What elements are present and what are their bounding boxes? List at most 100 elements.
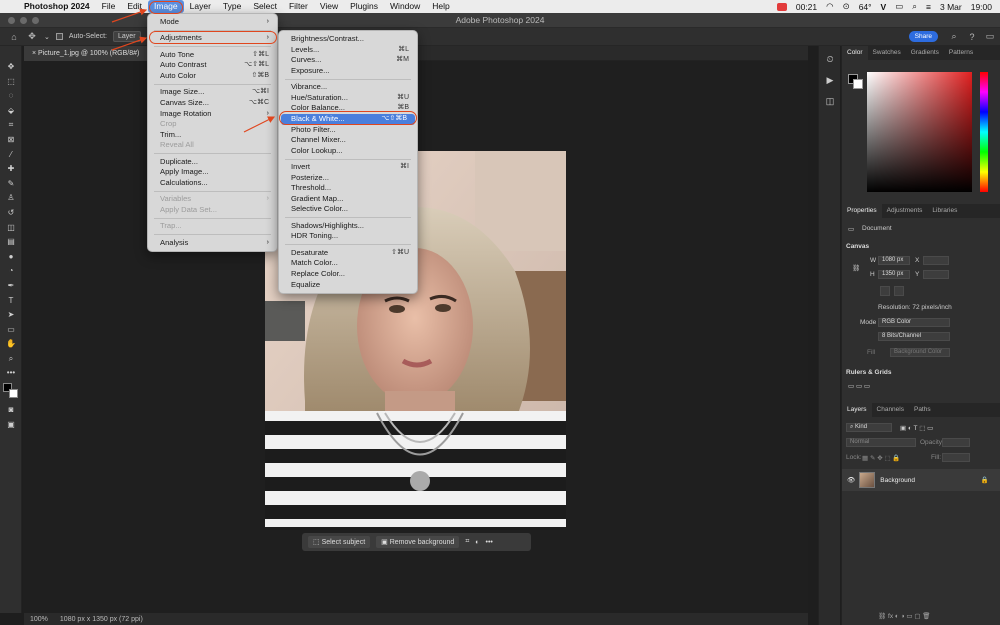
frame-tool-icon[interactable]: ⊠ xyxy=(0,133,22,148)
lasso-tool-icon[interactable]: ◌ xyxy=(0,89,22,104)
comments-panel-icon[interactable]: ◫ xyxy=(819,94,841,109)
layer-filter-icons[interactable]: ▣ ◐ T ⬚ ▭ xyxy=(900,424,933,432)
workspace-icon[interactable]: ▭ xyxy=(984,31,996,42)
more-tools-icon[interactable]: ••• xyxy=(0,366,22,381)
adjustments-menu-item-selective-color[interactable]: Selective Color... xyxy=(279,204,417,215)
wifi-icon[interactable]: ◠ xyxy=(826,1,833,12)
remove-background-button[interactable]: ▣ Remove background xyxy=(376,536,460,548)
opacity-field[interactable] xyxy=(942,438,970,447)
layer-filter-kind-select[interactable]: ⌕ Kind xyxy=(846,423,892,432)
fill-select[interactable]: Background Color xyxy=(890,348,950,357)
adjustments-menu-item-hdr-toning[interactable]: HDR Toning... xyxy=(279,231,417,242)
image-menu-item-duplicate[interactable]: Duplicate... xyxy=(148,157,277,168)
more-options-button[interactable]: ••• xyxy=(486,539,493,546)
crop-tool-icon[interactable]: ⌗ xyxy=(0,118,22,133)
lock-icons[interactable]: ▦ ✎ ✥ ⬚ 🔒 xyxy=(862,454,901,462)
eyedropper-tool-icon[interactable]: ⁄ xyxy=(0,148,22,163)
adjustments-menu-item-threshold[interactable]: Threshold... xyxy=(279,183,417,194)
history-panel-icon[interactable]: ⏲ xyxy=(819,52,841,67)
adjustment-icon[interactable]: ◐ xyxy=(475,539,479,546)
layer-footer-icons[interactable]: ⛓ fx ◐ ◑ ▭ ▢ 🗑 xyxy=(878,612,931,620)
adjustments-menu-item-gradient-map[interactable]: Gradient Map... xyxy=(279,194,417,205)
home-icon[interactable]: ⌂ xyxy=(8,32,20,42)
tab-layers[interactable]: Layers xyxy=(842,403,872,417)
gradient-tool-icon[interactable]: ▤ xyxy=(0,235,22,250)
minimize-window-button[interactable] xyxy=(20,17,27,24)
fill-opacity-field[interactable] xyxy=(942,453,970,462)
transform-icon[interactable]: ⌗ xyxy=(465,538,469,546)
move-tool-icon[interactable]: ✥ xyxy=(26,31,38,42)
width-field[interactable]: 1080 px xyxy=(878,256,910,265)
landscape-orientation-button[interactable] xyxy=(894,286,904,296)
adjustments-menu-item-equalize[interactable]: Equalize xyxy=(279,280,417,291)
menu-app-name[interactable]: Photoshop 2024 xyxy=(20,0,96,13)
layer-lock-icon[interactable]: 🔒 xyxy=(981,476,989,484)
x-field[interactable] xyxy=(923,256,949,265)
adjustments-menu-item-color-lookup[interactable]: Color Lookup... xyxy=(279,146,417,157)
adjustments-menu-item-posterize[interactable]: Posterize... xyxy=(279,173,417,184)
blend-mode-select[interactable]: Normal xyxy=(846,438,916,447)
eraser-tool-icon[interactable]: ◫ xyxy=(0,221,22,236)
share-button[interactable]: Share xyxy=(908,31,938,42)
tab-color[interactable]: Color xyxy=(842,46,868,60)
weather-temp[interactable]: 64° xyxy=(859,2,872,12)
adjustments-menu-item-replace-color[interactable]: Replace Color... xyxy=(279,269,417,280)
canvas-section-header[interactable]: Canvas xyxy=(846,243,869,250)
portrait-orientation-button[interactable] xyxy=(880,286,890,296)
tab-swatches[interactable]: Swatches xyxy=(868,46,906,60)
color-swatches[interactable] xyxy=(0,381,21,403)
background-color-swatch[interactable] xyxy=(9,389,18,399)
image-menu-item-apply-image[interactable]: Apply Image... xyxy=(148,167,277,178)
adjustments-menu-item-desaturate[interactable]: Desaturate ⇧⌘U xyxy=(279,248,417,259)
layer-name[interactable]: Background xyxy=(880,477,915,484)
toolbar-grip[interactable] xyxy=(0,46,21,60)
adjustments-menu-item-match-color[interactable]: Match Color... xyxy=(279,258,417,269)
color-field[interactable] xyxy=(867,72,972,192)
background-color-swatch[interactable] xyxy=(853,79,863,89)
help-icon[interactable]: ? xyxy=(966,32,978,42)
control-center-icon[interactable]: ≡ xyxy=(926,2,931,12)
date-text[interactable]: 3 Mar xyxy=(940,2,962,12)
tab-paths[interactable]: Paths xyxy=(909,403,936,417)
rulers-grids-section-header[interactable]: Rulers & Grids xyxy=(846,369,892,376)
zoom-tool-icon[interactable]: ⌕ xyxy=(0,352,22,367)
lock-icon[interactable]: ⊙ xyxy=(843,1,850,12)
tool-preset-chevron-icon[interactable]: ⌄ xyxy=(44,33,50,41)
pen-tool-icon[interactable]: ✒ xyxy=(0,279,22,294)
image-menu-item-analysis[interactable]: Analysis › xyxy=(148,238,277,249)
tab-adjustments[interactable]: Adjustments xyxy=(882,204,928,218)
close-window-button[interactable] xyxy=(8,17,15,24)
tab-channels[interactable]: Channels xyxy=(872,403,909,417)
recording-icon[interactable] xyxy=(776,2,787,11)
height-field[interactable]: 1350 px xyxy=(878,270,910,279)
actions-panel-icon[interactable]: ▶ xyxy=(819,73,841,88)
brush-tool-icon[interactable]: ✎ xyxy=(0,177,22,192)
clock-text[interactable]: 19:00 xyxy=(971,2,992,12)
tab-gradients[interactable]: Gradients xyxy=(906,46,944,60)
tab-libraries[interactable]: Libraries xyxy=(927,204,962,218)
spotlight-icon[interactable]: ⌕ xyxy=(912,1,917,12)
marquee-tool-icon[interactable]: ⬚ xyxy=(0,75,22,90)
eye-icon[interactable]: 👁 xyxy=(847,476,855,484)
move-tool-icon[interactable]: ✥ xyxy=(0,60,22,75)
y-field[interactable] xyxy=(923,270,949,279)
tab-patterns[interactable]: Patterns xyxy=(944,46,978,60)
timer-text[interactable]: 00:21 xyxy=(796,2,817,12)
tab-properties[interactable]: Properties xyxy=(842,204,882,218)
clone-stamp-tool-icon[interactable]: ♙ xyxy=(0,191,22,206)
zoom-level[interactable]: 100% xyxy=(30,616,48,623)
adjustments-menu-item-shadows-highlights[interactable]: Shadows/Highlights... xyxy=(279,221,417,232)
link-icon[interactable]: ⛓ xyxy=(852,264,860,272)
search-icon[interactable]: ⌕ xyxy=(948,31,960,42)
auto-select-checkbox[interactable] xyxy=(55,33,63,40)
path-select-tool-icon[interactable]: ➤ xyxy=(0,308,22,323)
healing-brush-tool-icon[interactable]: ✚ xyxy=(0,162,22,177)
hue-slider[interactable] xyxy=(980,72,988,192)
hand-tool-icon[interactable]: ✋ xyxy=(0,337,22,352)
history-brush-tool-icon[interactable]: ↺ xyxy=(0,206,22,221)
screen-mode-icon[interactable]: ▣ xyxy=(0,418,22,433)
adjustments-menu-item-invert[interactable]: Invert ⌘I xyxy=(279,162,417,173)
dodge-tool-icon[interactable]: ◔ xyxy=(0,264,22,279)
battery-icon[interactable]: ▭ xyxy=(895,1,903,12)
type-tool-icon[interactable]: T xyxy=(0,294,22,309)
